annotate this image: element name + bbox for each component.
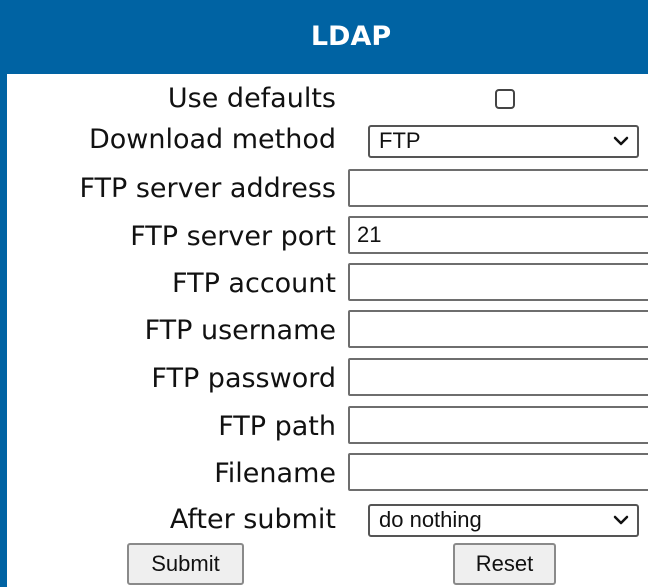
ftp-password-input[interactable] [348, 358, 648, 396]
ftp-path-label: FTP path [218, 411, 336, 442]
ftp-server-port-label: FTP server port [130, 221, 336, 252]
after-submit-value: do nothing [379, 507, 482, 532]
reset-button[interactable]: Reset [453, 543, 556, 585]
after-submit-select[interactable]: do nothing [368, 504, 639, 537]
page-title: LDAP [310, 21, 392, 52]
ftp-server-address-label: FTP server address [79, 173, 336, 204]
ftp-account-label: FTP account [172, 268, 336, 299]
ftp-server-address-input[interactable] [348, 169, 648, 207]
use-defaults-checkbox[interactable] [495, 89, 515, 109]
ftp-server-port-value: 21 [357, 222, 382, 247]
download-method-select[interactable]: FTP [368, 125, 639, 158]
ldap-settings-panel: LDAP Use defaults Download method FTP FT… [0, 0, 648, 587]
ftp-username-input[interactable] [348, 310, 648, 348]
ftp-path-input[interactable] [348, 406, 648, 444]
download-method-label: Download method [88, 124, 336, 155]
chevron-down-icon [613, 136, 629, 146]
chevron-down-icon [613, 515, 629, 525]
use-defaults-label: Use defaults [167, 83, 336, 114]
ftp-account-input[interactable] [348, 263, 648, 301]
ftp-username-label: FTP username [144, 315, 336, 346]
panel-header: LDAP [7, 0, 648, 74]
filename-input[interactable] [348, 453, 648, 491]
download-method-value: FTP [379, 128, 421, 153]
submit-button[interactable]: Submit [127, 543, 244, 585]
ftp-password-label: FTP password [151, 363, 336, 394]
ftp-server-port-input[interactable]: 21 [348, 216, 648, 254]
after-submit-label: After submit [169, 504, 336, 535]
filename-label: Filename [214, 458, 336, 489]
